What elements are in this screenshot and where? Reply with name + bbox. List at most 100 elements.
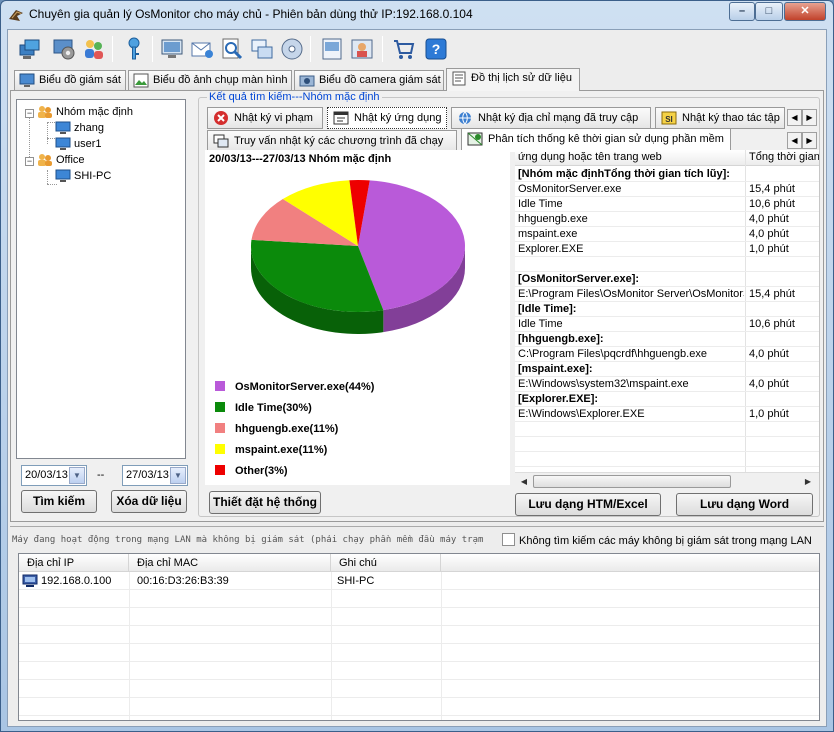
scroll-left-arrow-icon[interactable]: ◀ xyxy=(517,475,531,488)
delete-data-button[interactable]: Xóa dữ liệu xyxy=(111,490,187,513)
column-header-ip[interactable]: Địa chỉ IP xyxy=(19,554,129,572)
save-html-excel-button[interactable]: Lưu dạng HTM/Excel xyxy=(515,493,661,516)
tab-history-chart[interactable]: Đồ thị lịch sử dữ liệu xyxy=(446,68,580,91)
column-header-app[interactable]: ứng dụng hoặc tên trang web xyxy=(518,151,662,163)
window-title: Chuyên gia quản lý OsMonitor cho máy chủ… xyxy=(29,7,473,21)
tree-item-computer[interactable]: user1 xyxy=(55,137,102,151)
date-separator: -- xyxy=(97,469,105,481)
cell-total-time: 1,0 phút xyxy=(749,408,789,420)
app-window-icon xyxy=(333,111,349,125)
tab-web-log[interactable]: Nhật ký địa chỉ mạng đã truy cập xyxy=(451,107,651,129)
table-row[interactable]: Explorer.EXE 1,0 phút xyxy=(515,242,819,257)
legend-label: mspaint.exe(11%) xyxy=(235,444,328,456)
table-row[interactable]: E:\Windows\system32\mspaint.exe 4,0 phút xyxy=(515,377,819,392)
tab-scroll-left-button[interactable]: ◀ xyxy=(787,109,802,126)
table-row[interactable] xyxy=(515,422,819,437)
scroll-right-arrow-icon[interactable]: ▶ xyxy=(801,475,815,488)
table-row[interactable]: [Idle Time]: xyxy=(515,302,819,317)
table-row[interactable]: [Explorer.EXE]: xyxy=(515,392,819,407)
tab-screenshot-chart[interactable]: Biểu đồ ảnh chụp màn hình xyxy=(128,70,292,90)
legend-label: hhguengb.exe(11%) xyxy=(235,423,339,435)
tab-usage-statistics[interactable]: Phân tích thống kê thời gian sử dụng phầ… xyxy=(461,128,731,152)
table-row[interactable]: OsMonitorServer.exe 15,4 phút xyxy=(515,182,819,197)
search-button[interactable]: Tìm kiếm xyxy=(21,490,97,513)
camera-icon xyxy=(299,75,315,87)
table-row[interactable]: [mspaint.exe]: xyxy=(515,362,819,377)
maximize-button[interactable]: □ xyxy=(755,2,783,21)
tab-scroll-right-button[interactable]: ▶ xyxy=(802,132,817,149)
table-row xyxy=(19,591,819,608)
tab-camera-chart[interactable]: Biểu đồ camera giám sát xyxy=(294,70,444,90)
collapse-toggle[interactable]: − xyxy=(25,157,34,166)
checkbox-box[interactable] xyxy=(502,533,515,546)
settings-icon[interactable] xyxy=(52,37,76,61)
table-row[interactable]: mspaint.exe 4,0 phút xyxy=(515,227,819,242)
cell-app-name: E:\Windows\Explorer.EXE xyxy=(518,408,645,420)
search-doc-icon[interactable] xyxy=(220,37,244,61)
skip-unmonitored-checkbox[interactable]: Không tìm kiếm các máy không bị giám sát… xyxy=(502,533,812,547)
table-row[interactable] xyxy=(515,437,819,452)
tree-group-office[interactable]: Office xyxy=(37,153,85,167)
minimize-button[interactable]: – xyxy=(729,2,755,21)
cell-app-name: Explorer.EXE xyxy=(518,243,584,255)
toolbar-separator xyxy=(152,36,153,62)
tree-item-computer[interactable]: SHI-PC xyxy=(55,169,111,183)
mail-icon[interactable] xyxy=(190,37,214,61)
column-header-note[interactable]: Ghi chú xyxy=(331,554,441,572)
table-row[interactable]: Idle Time 10,6 phút xyxy=(515,197,819,212)
table-row[interactable]: C:\Program Files\pqcrdf\hhguengb.exe 4,0 … xyxy=(515,347,819,362)
usage-grid[interactable]: ứng dụng hoặc tên trang web Tổng thời gi… xyxy=(515,150,819,472)
tab-scroll-left-button[interactable]: ◀ xyxy=(787,132,802,149)
table-row[interactable]: Idle Time 10,6 phút xyxy=(515,317,819,332)
column-header-time[interactable]: Tổng thời gian. xyxy=(749,151,819,163)
chevron-down-icon[interactable]: ▼ xyxy=(170,467,186,484)
grid-header: ứng dụng hoặc tên trang web Tổng thời gi… xyxy=(515,150,819,166)
table-row[interactable]: [OsMonitorServer.exe]: xyxy=(515,272,819,287)
close-button[interactable]: ✕ xyxy=(784,2,826,21)
save-word-button[interactable]: Lưu dạng Word xyxy=(676,493,813,516)
scroll-thumb[interactable] xyxy=(533,475,731,488)
group-tree[interactable]: − − Nhóm mặc định zhang user1 Office SHI… xyxy=(16,99,186,459)
computers-icon[interactable] xyxy=(18,37,42,61)
legend-swatch xyxy=(215,423,225,433)
screen-icon[interactable] xyxy=(320,37,344,61)
tab-scroll-right-button[interactable]: ▶ xyxy=(802,109,817,126)
lan-machine-list[interactable]: Địa chỉ IP Địa chỉ MAC Ghi chú 192.168.0… xyxy=(18,553,820,721)
tab-monitor-chart[interactable]: Biểu đồ giám sát xyxy=(14,70,126,90)
tab-application-log[interactable]: Nhật ký ứng dụng xyxy=(327,107,447,129)
table-row[interactable]: hhguengb.exe 4,0 phút xyxy=(515,212,819,227)
cell-app-name: [Nhóm mặc địnhTổng thời gian tích lũy]: xyxy=(518,168,730,180)
disc-icon[interactable] xyxy=(280,37,304,61)
system-settings-button[interactable]: Thiết đặt hệ thống xyxy=(209,491,321,514)
users-icon[interactable] xyxy=(82,37,106,61)
tree-item-computer[interactable]: zhang xyxy=(55,121,104,135)
tab-file-log[interactable]: SI Nhật ký thao tác tập xyxy=(655,107,785,129)
chevron-down-icon[interactable]: ▼ xyxy=(69,467,85,484)
column-header-mac[interactable]: Địa chỉ MAC xyxy=(129,554,331,572)
tab-violation-log[interactable]: Nhật ký vi phạm xyxy=(207,107,323,129)
table-row[interactable]: [Nhóm mặc địnhTổng thời gian tích lũy]: xyxy=(515,167,819,182)
tab-label: Nhật ký thao tác tập xyxy=(682,112,780,124)
cart-icon[interactable] xyxy=(392,37,416,61)
date-to-picker[interactable]: 27/03/13 ▼ xyxy=(122,465,188,486)
table-row xyxy=(19,609,819,626)
table-row[interactable]: E:\Windows\Explorer.EXE 1,0 phút xyxy=(515,407,819,422)
title-bar[interactable]: Chuyên gia quản lý OsMonitor cho máy chủ… xyxy=(1,1,833,29)
table-row[interactable]: 192.168.0.100 00:16:D3:26:B3:39 SHI-PC xyxy=(19,573,819,590)
tab-label: Nhật ký địa chỉ mạng đã truy cập xyxy=(478,112,639,124)
collapse-toggle[interactable]: − xyxy=(25,109,34,118)
help-icon[interactable]: ? xyxy=(424,37,448,61)
date-from-picker[interactable]: 20/03/13 ▼ xyxy=(21,465,87,486)
table-row[interactable] xyxy=(515,257,819,272)
table-row[interactable]: E:\Program Files\OsMonitor Server\OsMoni… xyxy=(515,287,819,302)
monitor-icon[interactable] xyxy=(160,37,184,61)
cell-total-time: 10,6 phút xyxy=(749,318,795,330)
key-icon[interactable] xyxy=(122,37,146,61)
tab-program-query[interactable]: Truy vấn nhật ký các chương trình đã chạ… xyxy=(207,130,457,152)
windows-icon[interactable] xyxy=(250,37,274,61)
tree-group-default[interactable]: Nhóm mặc định xyxy=(37,105,133,119)
table-row[interactable]: [hhguengb.exe]: xyxy=(515,332,819,347)
horizontal-scrollbar[interactable]: ◀ ▶ xyxy=(515,472,819,489)
table-row[interactable] xyxy=(515,452,819,467)
user-card-icon[interactable] xyxy=(350,37,374,61)
